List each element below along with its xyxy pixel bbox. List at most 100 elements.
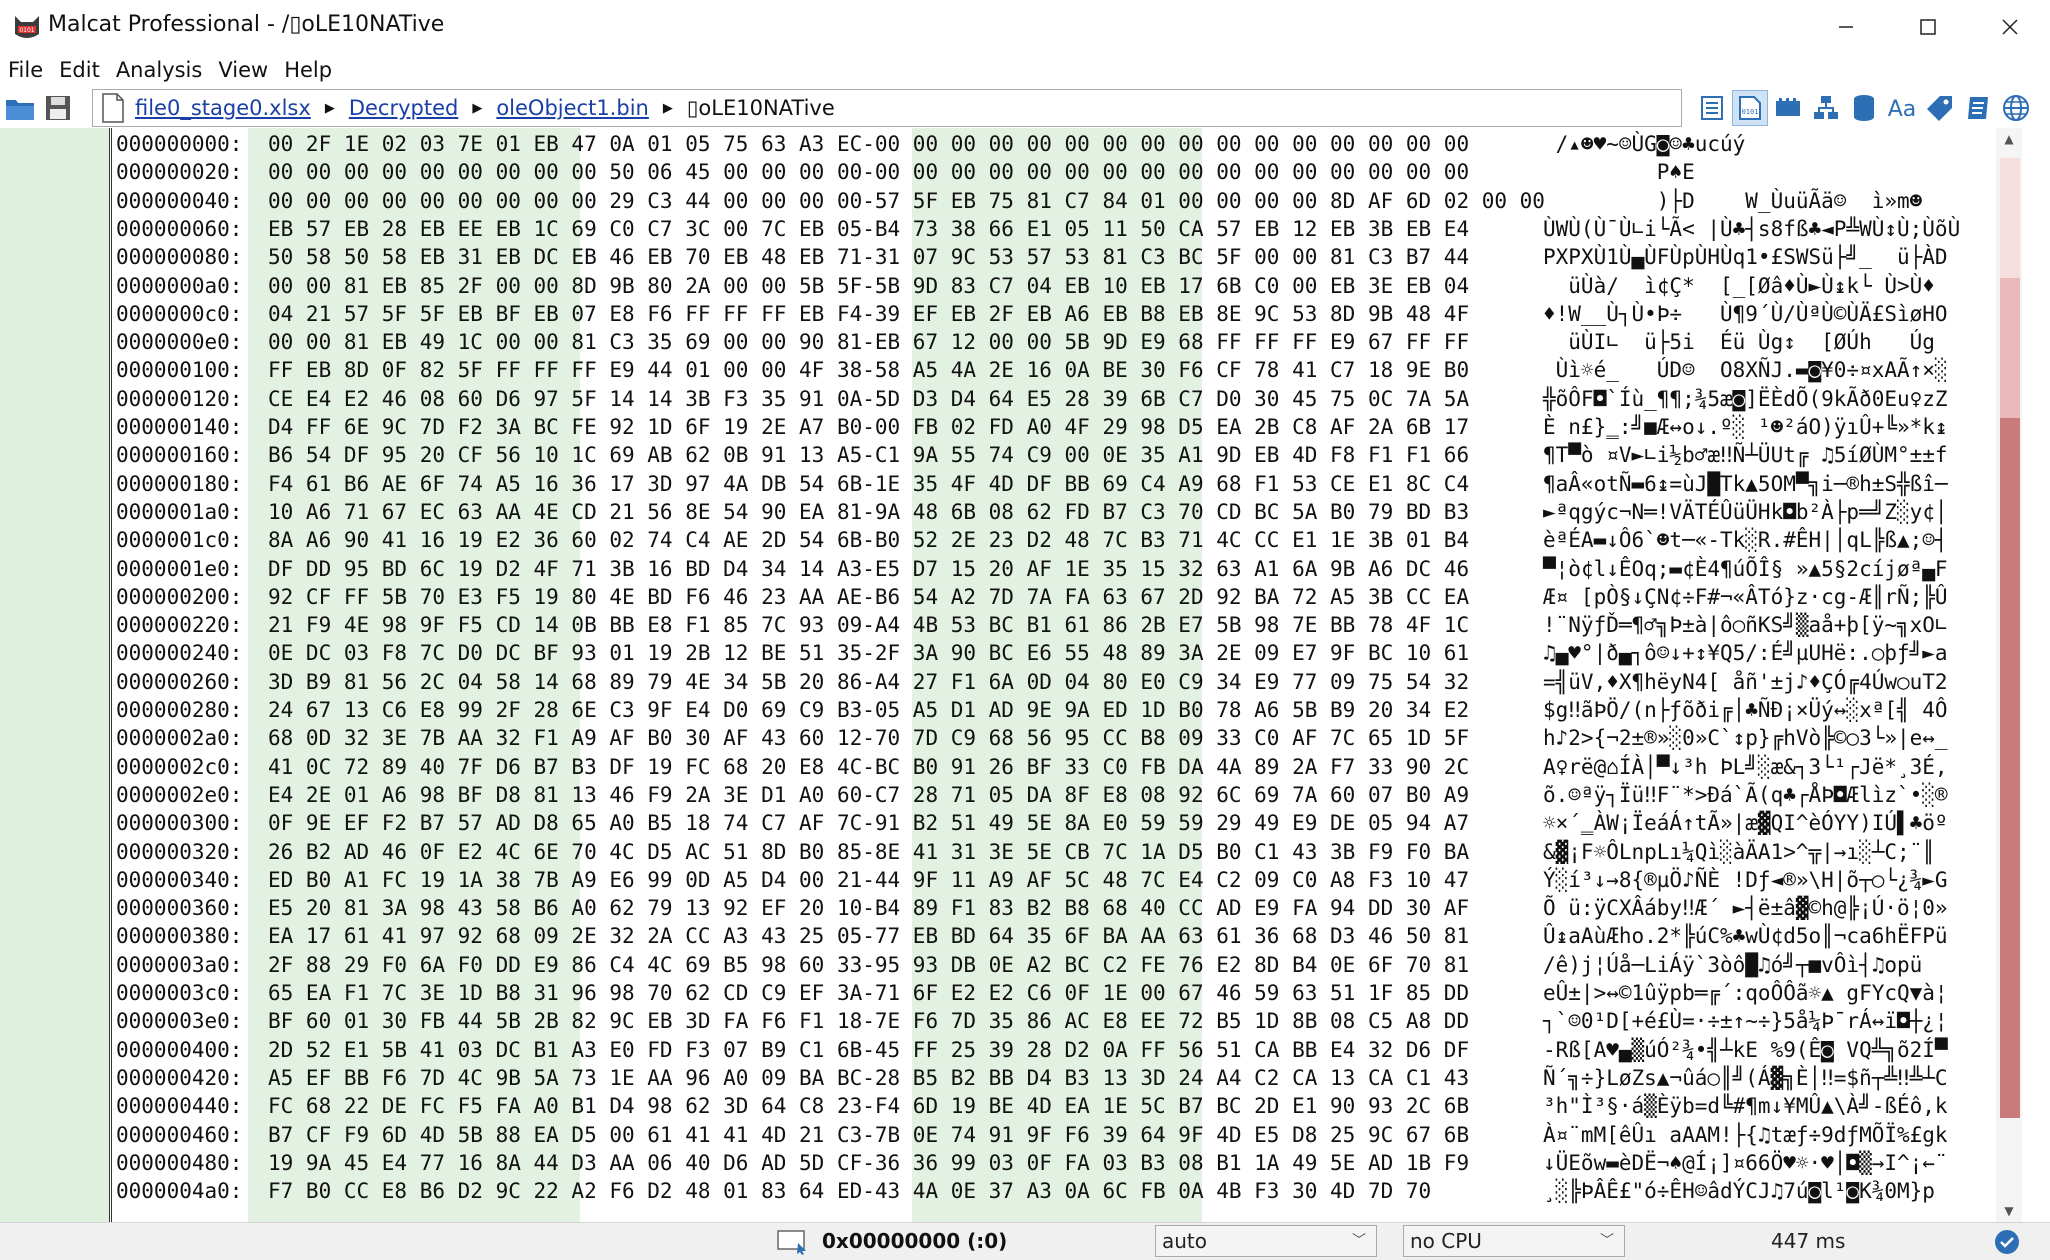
row-ascii-text[interactable]: Ñ´╗÷}LøZs▲¬ûá○║╝(Á▓╗È│‼=$ñ┬╩‼╩┴C: [1543, 1064, 1948, 1092]
row-hex-bytes[interactable]: 68 0D 32 3E 7B AA 32 F1 A9 AF B0 30 AF 4…: [268, 724, 1469, 752]
row-ascii-text[interactable]: -Rß[A♥▄▒úÓ²¾•╣┴kE %9(Ê◙ VQ╩╗õ2Í▀: [1543, 1036, 1948, 1064]
row-ascii-text[interactable]: ┐`☺0¹D[+é£Ù=·÷±↑~÷}5å¼Þ¯rÁ↔ï◘┼¿¦: [1543, 1007, 1948, 1035]
row-address[interactable]: 0000001a0:: [116, 498, 242, 526]
row-ascii-text[interactable]: À¤¨mM[êÛı aAAM!├{♫tæƒ÷9dƒMÕÏ%£gk: [1543, 1121, 1948, 1149]
cpu-select[interactable]: no CPU ﹀: [1403, 1225, 1625, 1257]
row-address[interactable]: 000000380:: [116, 922, 242, 950]
row-ascii-text[interactable]: !¨NÿƒĎ═¶♂╗Þ±à|ô○ñKS╝▒aå+þ[ÿ~╗xO∟: [1543, 611, 1948, 639]
row-hex-bytes[interactable]: E5 20 81 3A 98 43 58 B6 A0 62 79 13 92 E…: [268, 894, 1469, 922]
row-ascii-text[interactable]: èªÉA▬↓Ô6`☻t─«-Tk░R.#ÊH|│qL╠ß▲;☺┤: [1543, 526, 1948, 554]
script-icon[interactable]: [1960, 90, 1996, 126]
breadcrumb-item-xlsx[interactable]: file0_stage0.xlsx: [135, 96, 311, 120]
row-address[interactable]: 0000002a0:: [116, 724, 242, 752]
row-hex-bytes[interactable]: 0E DC 03 F8 7C D0 DC BF 93 01 19 2B 12 B…: [268, 639, 1469, 667]
row-hex-bytes[interactable]: 19 9A 45 E4 77 16 8A 44 D3 AA 06 40 D6 A…: [268, 1149, 1469, 1177]
row-hex-bytes[interactable]: 00 2F 1E 02 03 7E 01 EB 47 0A 01 05 75 6…: [268, 130, 1469, 158]
row-address[interactable]: 000000360:: [116, 894, 242, 922]
row-ascii-text[interactable]: ☼×´‗ÀW¡ÏeáÁ↑tÃ»|æ▓QI^èÓYY)IÚ▌♣öº: [1543, 809, 1948, 837]
globe-icon[interactable]: [1998, 90, 2034, 126]
row-ascii-text[interactable]: ▀¦ò¢l↓ÊOq;▬¢È4¶úÕÎ§ »▲5§2cíjøª▄F: [1543, 555, 1948, 583]
row-hex-bytes[interactable]: 8A A6 90 41 16 19 E2 36 60 02 74 C4 AE 2…: [268, 526, 1469, 554]
row-hex-bytes[interactable]: A5 EF BB F6 7D 4C 9B 5A 73 1E AA 96 A0 0…: [268, 1064, 1469, 1092]
row-ascii-text[interactable]: ╬õÔF◘`Íù_¶¶;¾5æ◙]ËÈdÕ(9kÃð0Eu♀zZ: [1543, 385, 1948, 413]
graph-view-icon[interactable]: [1808, 90, 1844, 126]
strings-view-icon[interactable]: Aa: [1884, 90, 1920, 126]
row-address[interactable]: 000000260:: [116, 668, 242, 696]
row-address[interactable]: 000000300:: [116, 809, 242, 837]
menu-help[interactable]: Help: [276, 55, 340, 85]
row-address[interactable]: 000000220:: [116, 611, 242, 639]
row-address[interactable]: 000000440:: [116, 1092, 242, 1120]
row-hex-bytes[interactable]: 21 F9 4E 98 9F F5 CD 14 0B BB E8 F1 85 7…: [268, 611, 1469, 639]
menu-edit[interactable]: Edit: [51, 55, 108, 85]
row-ascii-text[interactable]: ♦!W__Ù┐Ù•Þ÷ Ù¶9´Ù/ÙªÙ©ÙÄ£SìøHO: [1543, 300, 1948, 328]
row-ascii-text[interactable]: õ.☺ªÿ┐Ïü‼F¨*>Ðá`Ã(q♣┌ÅÞ◘Ælìz`•░®: [1543, 781, 1948, 809]
row-address[interactable]: 000000120:: [116, 385, 242, 413]
row-address[interactable]: 0000003c0:: [116, 979, 242, 1007]
row-hex-bytes[interactable]: 00 00 00 00 00 00 00 00 00 50 06 45 00 0…: [268, 158, 1469, 186]
save-icon[interactable]: [40, 90, 76, 126]
mode-select[interactable]: auto ﹀: [1155, 1225, 1377, 1257]
row-ascii-text[interactable]: P♠E: [1543, 158, 1695, 186]
scroll-down-icon[interactable]: ▼: [1996, 1200, 2022, 1222]
row-ascii-text[interactable]: PXPXÙ1Ù▄ÙFÙpÙHÙq1•£SWSü├╝_ ü├ÀD: [1543, 243, 1948, 271]
row-address[interactable]: 000000340:: [116, 866, 242, 894]
row-ascii-text[interactable]: /▴☻♥~☺ÙG◙☺♣ucúý: [1543, 130, 1746, 158]
row-hex-bytes[interactable]: 3D B9 81 56 2C 04 58 14 68 89 79 4E 34 5…: [268, 668, 1469, 696]
row-ascii-text[interactable]: /ê)­j­¦Úå─LiÁÿ`3òô█♫ó╝┬■vÔì┤♫opü: [1543, 951, 1922, 979]
maximize-button[interactable]: [1908, 10, 1948, 44]
menu-file[interactable]: File: [0, 55, 51, 85]
row-ascii-text[interactable]: ÙWÙ(Ù¯Ù∟i└Ã< |Ù♣┤s8fß♣◄P╩WÙ↕Ù;ÙõÙ: [1543, 215, 1960, 243]
row-address[interactable]: 000000020:: [116, 158, 242, 186]
row-hex-bytes[interactable]: 0F 9E EF F2 B7 57 AD D8 65 A0 B5 18 74 C…: [268, 809, 1469, 837]
row-address[interactable]: 0000004a0:: [116, 1177, 242, 1205]
row-ascii-text[interactable]: eÛ±|>↔©1ûÿpb═╔´:qoÔÔã☼▲ gFYcQ▼à¦: [1543, 979, 1948, 1007]
row-address[interactable]: 0000001e0:: [116, 555, 242, 583]
row-ascii-text[interactable]: )├D W_ÙuüÃä☺ ì»m☻: [1543, 187, 1923, 215]
hex-viewer[interactable]: 000000000: 00 2F 1E 02 03 7E 01 EB 47 0A …: [0, 128, 2050, 1222]
row-address[interactable]: 000000100:: [116, 356, 242, 384]
row-address[interactable]: 000000420:: [116, 1064, 242, 1092]
row-hex-bytes[interactable]: 50 58 50 58 EB 31 EB DC EB 46 EB 70 EB 4…: [268, 243, 1469, 271]
row-hex-bytes[interactable]: B7 CF F9 6D 4D 5B 88 EA D5 00 61 41 41 4…: [268, 1121, 1469, 1149]
scroll-up-icon[interactable]: ▲: [1996, 128, 2022, 150]
row-address[interactable]: 0000000e0:: [116, 328, 242, 356]
row-address[interactable]: 000000320:: [116, 838, 242, 866]
row-address[interactable]: 0000002e0:: [116, 781, 242, 809]
row-ascii-text[interactable]: =╣üV,♦X¶hëyN4[ åñ'±j♪♦ÇÓ╔4Úw○uT2: [1543, 668, 1948, 696]
row-address[interactable]: 000000400:: [116, 1036, 242, 1064]
row-hex-bytes[interactable]: E4 2E 01 A6 98 BF D8 81 13 46 F9 2A 3E D…: [268, 781, 1469, 809]
row-ascii-text[interactable]: ►ªqgýc¬N═!VÄTÉÛüÜHk◘b²À├p═╝Z░y¢│: [1543, 498, 1948, 526]
row-ascii-text[interactable]: A♀rë@⌂ÍÀ│▀↓³h ÞL╝░æ&┐3└¹┌Jë*¸3É,: [1543, 753, 1948, 781]
row-ascii-text[interactable]: ¶T▀ò ¤V►∟i½b♂æ‼Ñ┴ÜUt╔ ♫5íØÙM°±±f: [1543, 441, 1948, 469]
row-hex-bytes[interactable]: FC 68 22 DE FC F5 FA A0 B1 D4 98 62 3D 6…: [268, 1092, 1469, 1120]
database-icon[interactable]: [1846, 90, 1882, 126]
row-hex-bytes[interactable]: F7 B0 CC E8 B6 D2 9C 22 A2 F6 D2 48 01 8…: [268, 1177, 1431, 1205]
row-ascii-text[interactable]: ¶aÂ«otÑ▬6↨=ùJ█Tk▲5OM▀╗i─®h±S╬ßî─: [1543, 470, 1948, 498]
row-hex-bytes[interactable]: 24 67 13 C6 E8 99 2F 28 6E C3 9F E4 D0 6…: [268, 696, 1469, 724]
row-address[interactable]: 000000000:: [116, 130, 242, 158]
row-address[interactable]: 000000140:: [116, 413, 242, 441]
row-address[interactable]: 000000460:: [116, 1121, 242, 1149]
row-address[interactable]: 000000240:: [116, 639, 242, 667]
row-address[interactable]: 0000003a0:: [116, 951, 242, 979]
row-hex-bytes[interactable]: F4 61 B6 AE 6F 74 A5 16 36 17 3D 97 4A D…: [268, 470, 1469, 498]
menu-view[interactable]: View: [210, 55, 276, 85]
row-hex-bytes[interactable]: DF DD 95 BD 6C 19 D2 4F 71 3B 16 BD D4 3…: [268, 555, 1469, 583]
row-address[interactable]: 0000001c0:: [116, 526, 242, 554]
row-address[interactable]: 0000000a0:: [116, 272, 242, 300]
row-ascii-text[interactable]: üÙà/ ì¢Ç* [_[Øâ♦Ù►Ù↨k└ Ù>Ù♦: [1543, 272, 1935, 300]
row-address[interactable]: 000000480:: [116, 1149, 242, 1177]
row-ascii-text[interactable]: Æ¤ [pÒ§↓ÇN¢÷F#¬«ÂTó}z·cg-Æ║rÑ;╠Û: [1543, 583, 1948, 611]
row-hex-bytes[interactable]: 41 0C 72 89 40 7F D6 B7 B3 DF 19 FC 68 2…: [268, 753, 1469, 781]
row-ascii-text[interactable]: $g‼ãÞÖ/(n├ƒõði╔│♣ÑÐ¡×Üý↔░xª[╣ 4Ô: [1543, 696, 1948, 724]
row-ascii-text[interactable]: ¸░╠ÞÂÊ£"ó÷ÊH☺âdÝCJ♫7ú◙l¹◙K¾0M}p: [1543, 1177, 1935, 1205]
row-ascii-text[interactable]: Ý░í³↓→8{®µÖ♪ÑÈ !Dƒ◄®»\H|õ┬○└¿¾►G: [1543, 866, 1948, 894]
row-address[interactable]: 000000200:: [116, 583, 242, 611]
row-ascii-text[interactable]: Õ ü:ÿCXÂáby‼Æ´ ►┤ë±â▓©h@╠¡Ú·ö¦0»: [1543, 894, 1948, 922]
tag-icon[interactable]: [1922, 90, 1958, 126]
row-ascii-text[interactable]: ↓ÜEõw▬èDË¬♠@Í¡]¤66Ö♥☼·♥│◘▒→I^¡←¨: [1543, 1149, 1948, 1177]
row-hex-bytes[interactable]: 10 A6 71 67 EC 63 AA 4E CD 21 56 8E 54 9…: [268, 498, 1469, 526]
row-hex-bytes[interactable]: BF 60 01 30 FB 44 5B 2B 82 9C EB 3D FA F…: [268, 1007, 1469, 1035]
row-hex-bytes[interactable]: 26 B2 AD 46 0F E2 4C 6E 70 4C D5 AC 51 8…: [268, 838, 1469, 866]
